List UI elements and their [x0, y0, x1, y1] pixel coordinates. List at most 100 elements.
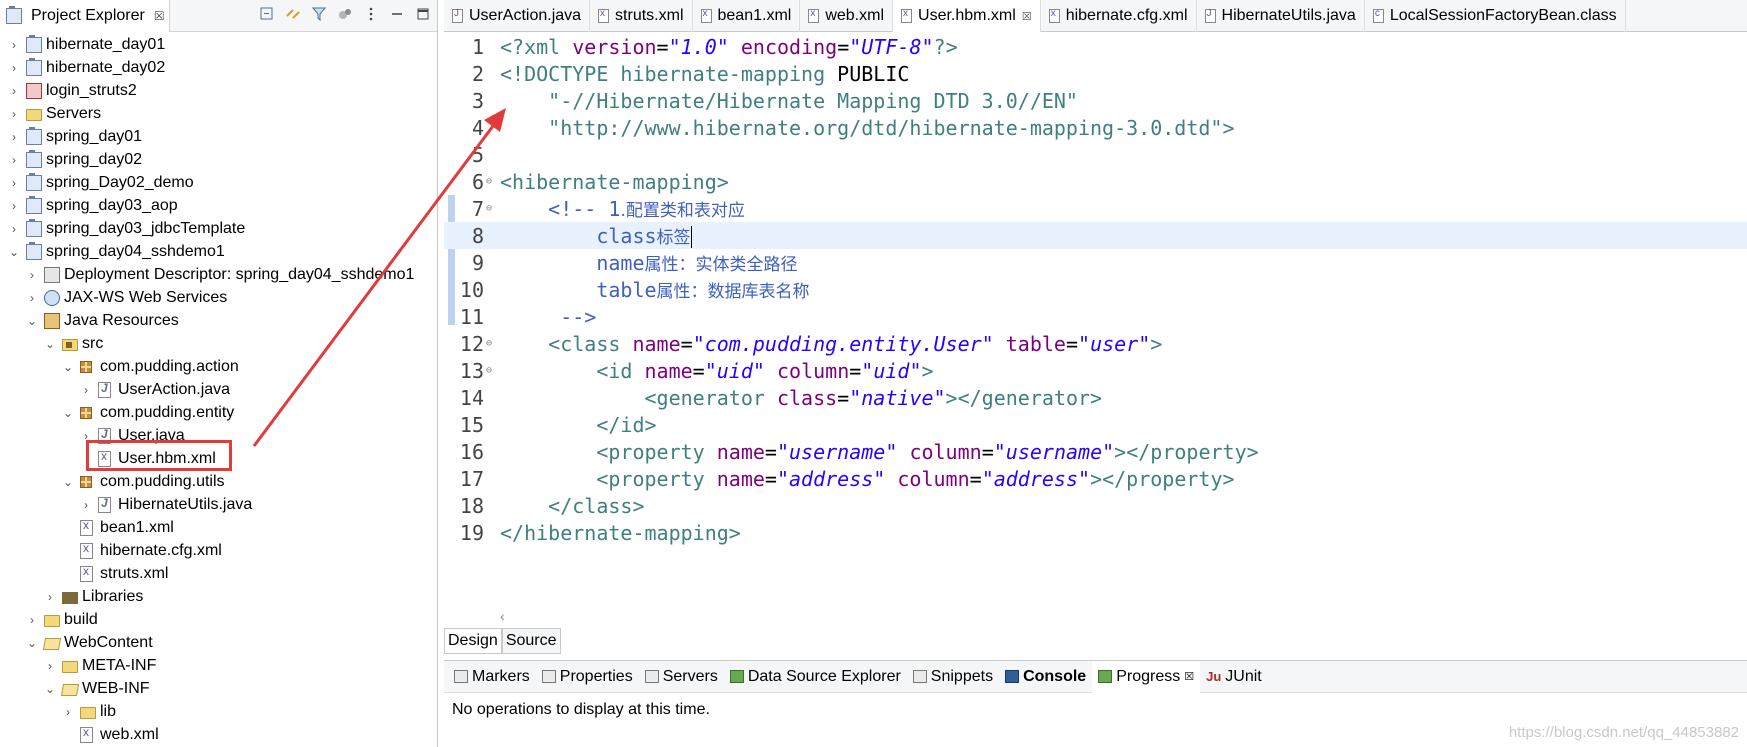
- chevron-right-icon[interactable]: ›: [80, 498, 92, 512]
- chevron-right-icon[interactable]: ›: [8, 107, 20, 121]
- editor-tab[interactable]: bean1.xml: [693, 0, 801, 32]
- tree-item[interactable]: › hibernate_day01: [0, 33, 437, 56]
- tree-item[interactable]: › Servers: [0, 102, 437, 125]
- editor-tab[interactable]: struts.xml: [590, 0, 693, 32]
- chevron-right-icon[interactable]: ›: [26, 613, 38, 627]
- tree-item[interactable]: ⌄ spring_day04_sshdemo1: [0, 240, 437, 263]
- tree-item[interactable]: ⌄ WEB-INF: [0, 677, 437, 700]
- tree-item[interactable]: › login_struts2: [0, 79, 437, 102]
- tree-item[interactable]: › spring_Day02_demo: [0, 171, 437, 194]
- tree-item[interactable]: › build: [0, 608, 437, 631]
- tree-item[interactable]: › HibernateUtils.java: [0, 493, 437, 516]
- editor-tab[interactable]: HibernateUtils.java: [1197, 0, 1365, 32]
- chevron-right-icon[interactable]: ›: [8, 61, 20, 75]
- chevron-down-icon[interactable]: ⌄: [62, 406, 74, 420]
- editor-tab[interactable]: User.hbm.xml ☒: [893, 0, 1041, 32]
- code-line[interactable]: 14 <generator class="native"></generator…: [444, 384, 1747, 411]
- chevron-right-icon[interactable]: ›: [8, 130, 20, 144]
- code-line[interactable]: 8 class标签: [444, 222, 1747, 249]
- tree-item[interactable]: ⌄ WebContent: [0, 631, 437, 654]
- bottom-tab[interactable]: Properties: [536, 661, 639, 693]
- chevron-down-icon[interactable]: ⌄: [44, 682, 56, 696]
- chevron-right-icon[interactable]: ›: [8, 222, 20, 236]
- tree-item[interactable]: › lib: [0, 700, 437, 723]
- tree-item[interactable]: ⌄ Java Resources: [0, 309, 437, 332]
- tree-item[interactable]: web.xml: [0, 723, 437, 746]
- chevron-right-icon[interactable]: ›: [62, 705, 74, 719]
- chevron-right-icon[interactable]: ›: [8, 84, 20, 98]
- tree-item[interactable]: › Libraries: [0, 585, 437, 608]
- code-line[interactable]: 3 "-//Hibernate/Hibernate Mapping DTD 3.…: [444, 87, 1747, 114]
- chevron-down-icon[interactable]: ⌄: [26, 636, 38, 650]
- editor-tab[interactable]: web.xml: [800, 0, 894, 32]
- filter-icon[interactable]: [311, 6, 327, 22]
- chevron-right-icon[interactable]: ›: [44, 590, 56, 604]
- code-line[interactable]: 10 table属性：数据库表名称: [444, 276, 1747, 303]
- tools-icon[interactable]: [337, 6, 353, 22]
- fold-icon[interactable]: ⊖: [486, 203, 496, 214]
- scroll-left-icon[interactable]: ‹: [500, 608, 505, 624]
- tree-item[interactable]: › META-INF: [0, 654, 437, 677]
- tab-design[interactable]: Design: [444, 629, 502, 654]
- editor-tab[interactable]: hibernate.cfg.xml: [1041, 0, 1197, 32]
- code-line[interactable]: 15 </id>: [444, 411, 1747, 438]
- tree-item[interactable]: ⌄ src: [0, 332, 437, 355]
- tree-item[interactable]: › spring_day03_jdbcTemplate: [0, 217, 437, 240]
- chevron-right-icon[interactable]: ›: [44, 659, 56, 673]
- code-line[interactable]: 9 name属性：实体类全路径: [444, 249, 1747, 276]
- chevron-right-icon[interactable]: ›: [8, 176, 20, 190]
- code-line[interactable]: 2 <!DOCTYPE hibernate-mapping PUBLIC: [444, 60, 1747, 87]
- tree-item[interactable]: › spring_day03_aop: [0, 194, 437, 217]
- chevron-right-icon[interactable]: ›: [26, 291, 38, 305]
- fold-icon[interactable]: ⊖: [486, 365, 496, 376]
- chevron-down-icon[interactable]: ⌄: [62, 475, 74, 489]
- editor-tab[interactable]: UserAction.java: [444, 0, 591, 32]
- code-line[interactable]: 7 ⊖ <!-- 1.配置类和表对应: [444, 195, 1747, 222]
- fold-icon[interactable]: ⊖: [486, 338, 496, 349]
- chevron-right-icon[interactable]: ›: [80, 383, 92, 397]
- chevron-down-icon[interactable]: ⌄: [26, 314, 38, 328]
- close-icon[interactable]: ☒: [1022, 10, 1032, 23]
- bottom-tab[interactable]: Ju JUnit: [1200, 661, 1268, 693]
- chevron-right-icon[interactable]: ›: [26, 268, 38, 282]
- chevron-right-icon[interactable]: ›: [8, 199, 20, 213]
- maximize-icon[interactable]: [415, 6, 431, 22]
- tree-item[interactable]: ⌄ com.pudding.entity: [0, 401, 437, 424]
- code-line[interactable]: 17 <property name="address" column="addr…: [444, 465, 1747, 492]
- chevron-right-icon[interactable]: ›: [8, 153, 20, 167]
- code-line[interactable]: 5: [444, 141, 1747, 168]
- tree-item[interactable]: › hibernate_day02: [0, 56, 437, 79]
- tree-item[interactable]: ⌄ com.pudding.utils: [0, 470, 437, 493]
- tree-item[interactable]: hibernate.cfg.xml: [0, 539, 437, 562]
- bottom-tab[interactable]: Snippets: [907, 661, 999, 693]
- tree-item[interactable]: › Deployment Descriptor: spring_day04_ssh…: [0, 263, 437, 286]
- tab-project-explorer[interactable]: Project Explorer ☒: [0, 0, 170, 32]
- collapse-all-icon[interactable]: [259, 6, 275, 22]
- chevron-down-icon[interactable]: ⌄: [44, 337, 56, 351]
- xml-editor[interactable]: 1 <?xml version="1.0" encoding="UTF-8"?> 2…: [444, 33, 1747, 606]
- tree-item[interactable]: › spring_day01: [0, 125, 437, 148]
- fold-icon[interactable]: ⊖: [486, 176, 496, 187]
- code-line[interactable]: 6 ⊖ <hibernate-mapping>: [444, 168, 1747, 195]
- close-icon[interactable]: ☒: [1184, 670, 1194, 683]
- minimize-icon[interactable]: [389, 6, 405, 22]
- bottom-tab[interactable]: Data Source Explorer: [724, 661, 907, 693]
- tree-item[interactable]: › UserAction.java: [0, 378, 437, 401]
- chevron-down-icon[interactable]: ⌄: [8, 245, 20, 259]
- tree-item[interactable]: › JAX-WS Web Services: [0, 286, 437, 309]
- code-line[interactable]: 16 <property name="username" column="use…: [444, 438, 1747, 465]
- code-line[interactable]: 4 "http://www.hibernate.org/dtd/hibernat…: [444, 114, 1747, 141]
- code-line[interactable]: 1 <?xml version="1.0" encoding="UTF-8"?>: [444, 33, 1747, 60]
- code-line[interactable]: 18 </class>: [444, 492, 1747, 519]
- code-line[interactable]: 12 ⊖ <class name="com.pudding.entity.User…: [444, 330, 1747, 357]
- bottom-tab[interactable]: Progress ☒: [1092, 660, 1201, 693]
- view-menu-icon[interactable]: [363, 6, 379, 22]
- link-with-editor-icon[interactable]: [285, 6, 301, 22]
- close-icon[interactable]: ☒: [154, 9, 165, 23]
- bottom-tab[interactable]: Servers: [639, 661, 724, 693]
- tree-item[interactable]: › spring_day02: [0, 148, 437, 171]
- chevron-down-icon[interactable]: ⌄: [62, 360, 74, 374]
- bottom-tab[interactable]: Markers: [448, 661, 536, 693]
- code-line[interactable]: 19 </hibernate-mapping>: [444, 519, 1747, 546]
- bottom-tab[interactable]: Console: [999, 661, 1092, 693]
